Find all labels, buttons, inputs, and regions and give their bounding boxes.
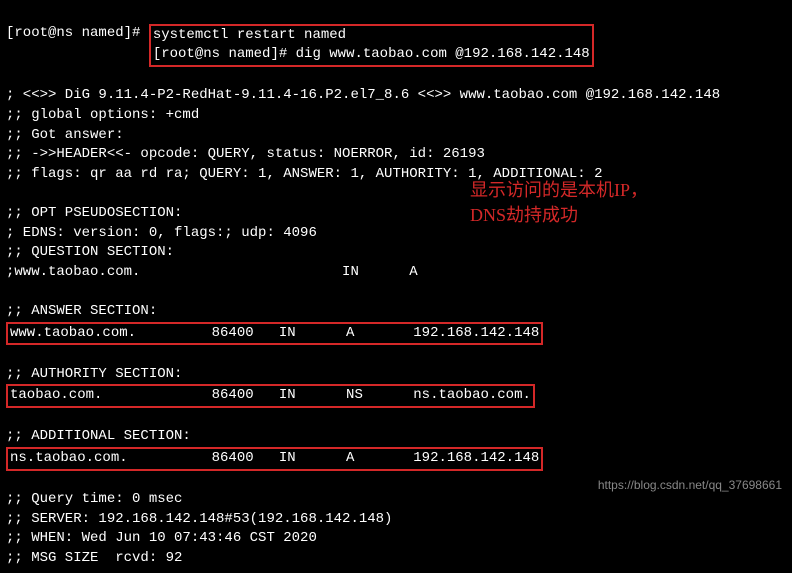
additional-row: ns.taobao.com. 86400 IN A 192.168.142.14…	[10, 450, 539, 466]
question-row: ;www.taobao.com. IN A	[6, 264, 418, 280]
answer-row: www.taobao.com. 86400 IN A 192.168.142.1…	[10, 325, 539, 341]
shell-prompt-2: [root@ns named]#	[153, 46, 296, 62]
annotation-label: 显示访问的是本机IP， DNS劫持成功	[470, 178, 648, 228]
query-time: ;; Query time: 0 msec	[6, 491, 182, 507]
msg-size: ;; MSG SIZE rcvd: 92	[6, 550, 182, 566]
question-section-header: ;; QUESTION SECTION:	[6, 244, 174, 260]
additional-row-highlight: ns.taobao.com. 86400 IN A 192.168.142.14…	[6, 447, 543, 471]
authority-row-highlight: taobao.com. 86400 IN NS ns.taobao.com.	[6, 384, 535, 408]
answer-row-highlight: www.taobao.com. 86400 IN A 192.168.142.1…	[6, 322, 543, 346]
shell-prompt-1: [root@ns named]#	[6, 25, 149, 41]
command-restart[interactable]: systemctl restart named	[153, 27, 346, 43]
answer-section-header: ;; ANSWER SECTION:	[6, 303, 157, 319]
authority-row: taobao.com. 86400 IN NS ns.taobao.com.	[10, 387, 531, 403]
dig-global-options: ;; global options: +cmd	[6, 107, 199, 123]
watermark: https://blog.csdn.net/qq_37698661	[598, 477, 782, 494]
edns-line: ; EDNS: version: 0, flags:; udp: 4096	[6, 225, 317, 241]
dig-got-answer: ;; Got answer:	[6, 127, 124, 143]
annotation-line1: 显示访问的是本机IP，	[470, 178, 648, 203]
dig-banner: ; <<>> DiG 9.11.4-P2-RedHat-9.11.4-16.P2…	[6, 87, 720, 103]
server-line: ;; SERVER: 192.168.142.148#53(192.168.14…	[6, 511, 392, 527]
when-line: ;; WHEN: Wed Jun 10 07:43:46 CST 2020	[6, 530, 317, 546]
additional-section-header: ;; ADDITIONAL SECTION:	[6, 428, 191, 444]
command-dig[interactable]: dig www.taobao.com @192.168.142.148	[296, 46, 590, 62]
authority-section-header: ;; AUTHORITY SECTION:	[6, 366, 182, 382]
opt-pseudosection-header: ;; OPT PSEUDOSECTION:	[6, 205, 182, 221]
annotation-line2: DNS劫持成功	[470, 203, 648, 228]
commands-highlight-box: systemctl restart named [root@ns named]#…	[149, 24, 594, 67]
dig-header: ;; ->>HEADER<<- opcode: QUERY, status: N…	[6, 146, 485, 162]
